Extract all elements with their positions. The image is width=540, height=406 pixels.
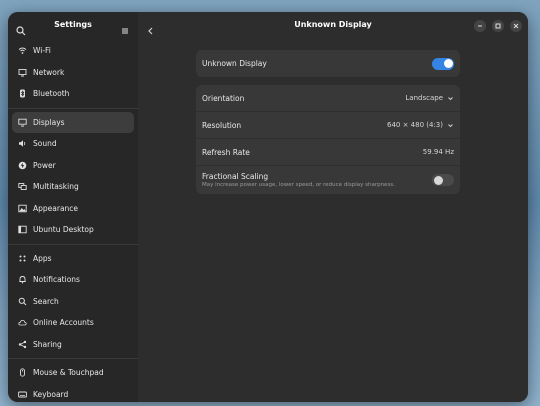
sidebar-separator — [8, 358, 138, 359]
page-title: Unknown Display — [294, 20, 372, 29]
sidebar-item-appearance[interactable]: Appearance — [12, 198, 134, 220]
sidebar-item-apps[interactable]: Apps — [12, 248, 134, 270]
main-panel: Unknown Display Unknown Display Orientat… — [138, 12, 528, 402]
display-icon — [18, 118, 27, 127]
network-icon — [18, 68, 27, 77]
sidebar-item-label: Sound — [33, 139, 57, 149]
refresh-rate-label: Refresh Rate — [202, 147, 250, 157]
fractional-scaling-text: Fractional Scaling May increase power us… — [202, 172, 395, 188]
cloud-icon — [18, 318, 27, 327]
sidebar-item-label: Ubuntu Desktop — [33, 225, 94, 235]
close-button[interactable] — [510, 20, 522, 32]
resolution-row[interactable]: Resolution 640 × 480 (4:3) — [196, 112, 460, 139]
sidebar-item-notifications[interactable]: Notifications — [12, 269, 134, 291]
sidebar-item-multitasking[interactable]: Multitasking — [12, 176, 134, 198]
sidebar-item-label: Sharing — [33, 339, 62, 349]
sidebar-separator — [8, 107, 138, 109]
sidebar-item-label: Multitasking — [33, 182, 79, 192]
sidebar-separator — [8, 243, 138, 245]
fractional-scaling-subtitle: May increase power usage, lower speed, o… — [202, 182, 395, 188]
sidebar-item-displays[interactable]: Displays — [12, 111, 134, 133]
resolution-value: 640 × 480 (4:3) — [387, 121, 443, 129]
sidebar-item-label: Online Accounts — [33, 318, 94, 328]
power-icon — [18, 161, 27, 170]
resolution-label: Resolution — [202, 120, 242, 130]
sidebar-item-bluetooth[interactable]: Bluetooth — [12, 83, 134, 105]
sidebar-item-label: Mouse & Touchpad — [33, 368, 104, 378]
sidebar-item-label: Apps — [33, 253, 52, 263]
bluetooth-icon — [18, 89, 27, 98]
sidebar-title: Settings — [54, 20, 92, 29]
fractional-scaling-label: Fractional Scaling — [202, 172, 269, 181]
orientation-dropdown[interactable]: Landscape — [405, 94, 454, 102]
sidebar-item-keyboard[interactable]: Keyboard — [12, 384, 134, 403]
sidebar-list: Wi-Fi Network Bluetooth Displays Sound Power M… — [8, 40, 138, 403]
sidebar-item-ubuntu-desktop[interactable]: Ubuntu Desktop — [12, 219, 134, 241]
header-bar: Unknown Display — [138, 12, 528, 40]
sidebar-item-search[interactable]: Search — [12, 291, 134, 313]
multitasking-icon — [18, 182, 27, 191]
maximize-icon — [495, 23, 501, 29]
refresh-rate-row: Refresh Rate 59.94 Hz — [196, 139, 460, 166]
chevron-down-icon — [448, 123, 453, 127]
sidebar-item-sound[interactable]: Sound — [12, 133, 134, 155]
minimize-icon — [478, 25, 482, 27]
fractional-scaling-switch[interactable] — [432, 174, 454, 186]
sidebar-header: Settings — [8, 12, 138, 40]
appearance-icon — [18, 204, 27, 213]
wifi-icon — [18, 46, 27, 55]
sound-icon — [18, 139, 27, 148]
sidebar-item-label: Displays — [33, 117, 65, 127]
orientation-value: Landscape — [405, 94, 443, 102]
sidebar-item-mouse-touchpad[interactable]: Mouse & Touchpad — [12, 362, 134, 384]
display-settings-card: Orientation Landscape Resolution 640 × 4… — [196, 85, 460, 194]
resolution-dropdown[interactable]: 640 × 480 (4:3) — [387, 121, 454, 129]
sidebar-item-label: Notifications — [33, 275, 80, 285]
sidebar-item-label: Appearance — [33, 203, 79, 213]
sidebar-item-label: Network — [33, 67, 65, 77]
ubuntu-desktop-icon — [18, 225, 27, 234]
apps-icon — [18, 254, 27, 263]
sidebar: Settings Wi-Fi Network Bluetooth Displays So… — [8, 12, 138, 402]
keyboard-icon — [18, 390, 27, 399]
search-icon — [18, 297, 27, 306]
display-toggle-card: Unknown Display — [196, 50, 460, 77]
share-icon — [18, 340, 27, 349]
orientation-label: Orientation — [202, 93, 245, 103]
chevron-down-icon — [448, 96, 453, 100]
hamburger-menu-icon[interactable] — [120, 21, 130, 34]
mouse-icon — [18, 368, 27, 377]
sidebar-item-label: Wi-Fi — [33, 46, 51, 56]
settings-window: Settings Wi-Fi Network Bluetooth Displays So… — [8, 12, 528, 402]
sidebar-item-label: Keyboard — [33, 389, 69, 399]
sidebar-item-label: Bluetooth — [33, 89, 70, 99]
sidebar-item-sharing[interactable]: Sharing — [12, 334, 134, 356]
sidebar-item-label: Power — [33, 160, 56, 170]
sidebar-item-power[interactable]: Power — [12, 155, 134, 177]
refresh-rate-value: 59.94 Hz — [422, 148, 454, 156]
toggle-knob — [443, 59, 453, 68]
display-toggle-label: Unknown Display — [202, 59, 267, 68]
display-toggle-switch[interactable] — [432, 57, 454, 70]
fractional-scaling-row[interactable]: Fractional Scaling May increase power us… — [196, 166, 460, 194]
sidebar-item-label: Search — [33, 296, 59, 306]
display-toggle-row[interactable]: Unknown Display — [196, 50, 460, 77]
sidebar-item-wi-fi[interactable]: Wi-Fi — [12, 40, 134, 62]
orientation-row[interactable]: Orientation Landscape — [196, 85, 460, 112]
sidebar-item-network[interactable]: Network — [12, 62, 134, 84]
bell-icon — [18, 275, 27, 284]
maximize-button[interactable] — [492, 20, 504, 32]
minimize-button[interactable] — [474, 20, 486, 32]
close-icon — [513, 23, 519, 29]
sidebar-item-online-accounts[interactable]: Online Accounts — [12, 312, 134, 334]
toggle-knob — [433, 175, 443, 185]
